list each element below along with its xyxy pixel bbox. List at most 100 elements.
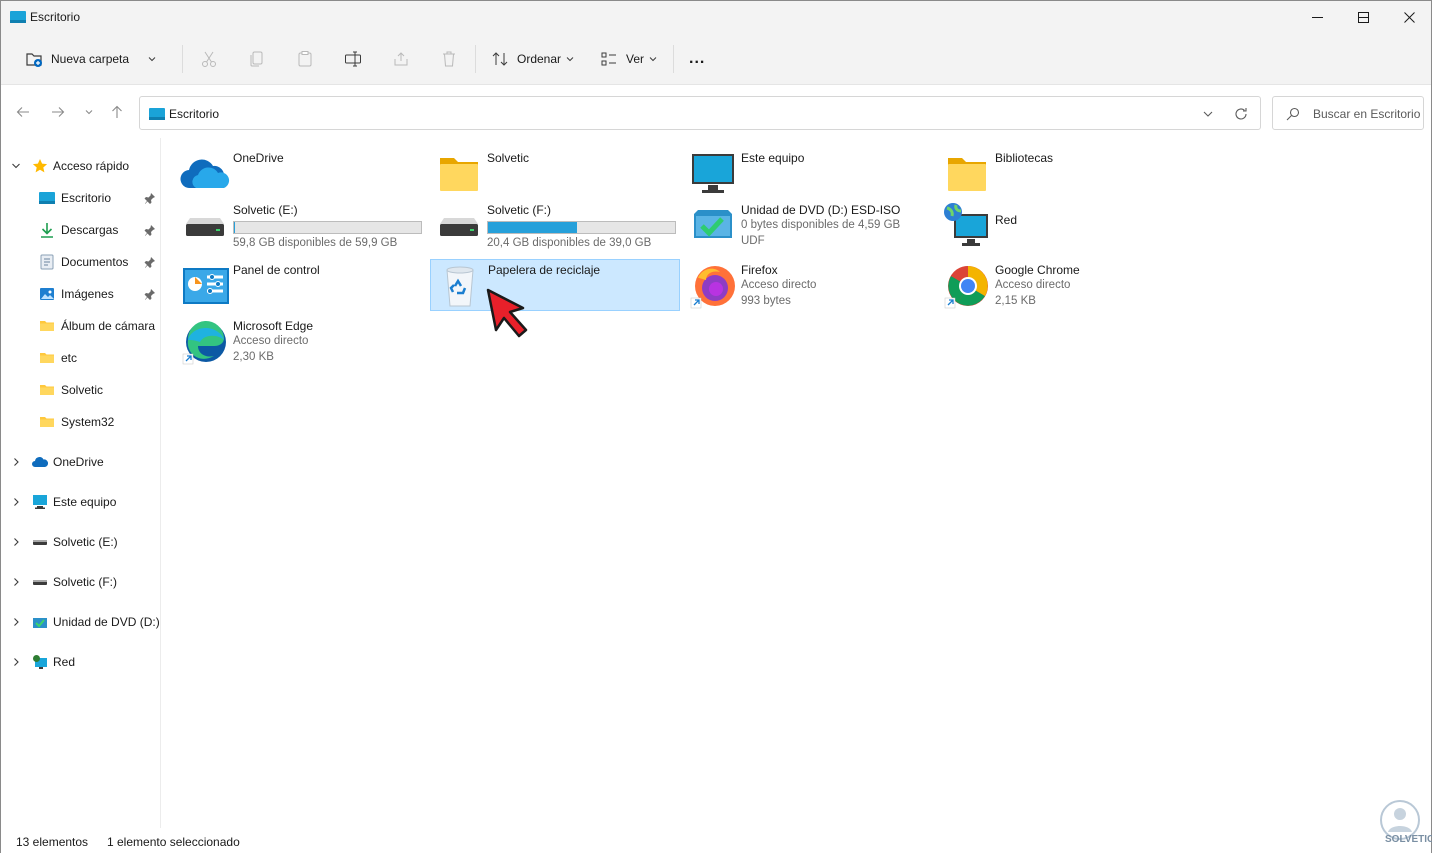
- sidebar-item-etc[interactable]: etc: [1, 344, 160, 372]
- rename-button[interactable]: [344, 44, 362, 74]
- back-button[interactable]: [13, 102, 33, 122]
- chevron-down-icon[interactable]: [1200, 106, 1216, 122]
- drive-icon: [440, 218, 478, 236]
- arrow-right-icon: [52, 107, 65, 117]
- command-bar: Nueva carpeta Ordenar Ver ...: [1, 33, 1431, 85]
- navigation-pane: Acceso rápido Escritorio Descargas Docum…: [1, 138, 161, 828]
- item-panel-control[interactable]: Panel de control: [176, 260, 426, 312]
- sidebar-label: Documentos: [61, 255, 129, 269]
- search-input[interactable]: Buscar en Escritorio: [1313, 107, 1420, 121]
- watermark-text: SOLVETIC: [1385, 834, 1432, 845]
- delete-button[interactable]: [440, 44, 458, 74]
- sidebar-item-imagenes[interactable]: Imágenes: [1, 280, 160, 308]
- pin-icon[interactable]: [144, 192, 156, 204]
- sidebar-item-escritorio[interactable]: Escritorio: [1, 184, 160, 212]
- chevron-right-icon[interactable]: [11, 657, 21, 667]
- item-papelera-reciclaje[interactable]: Papelera de reciclaje: [430, 259, 680, 311]
- item-name: Solvetic (F:): [487, 203, 552, 217]
- pin-icon[interactable]: [144, 256, 156, 268]
- sidebar-item-drive-e[interactable]: Solvetic (E:): [1, 528, 160, 556]
- new-folder-button[interactable]: Nueva carpeta: [25, 44, 157, 74]
- item-detail: UDF: [741, 235, 765, 247]
- sidebar-item-quick-access[interactable]: Acceso rápido: [1, 152, 160, 180]
- item-bibliotecas[interactable]: Bibliotecas: [938, 148, 1188, 200]
- item-onedrive[interactable]: OneDrive: [176, 148, 426, 200]
- sidebar-item-documentos[interactable]: Documentos: [1, 248, 160, 276]
- search-icon: [1286, 107, 1300, 121]
- sidebar-item-este-equipo[interactable]: Este equipo: [1, 488, 160, 516]
- status-bar: 13 elementos 1 elemento seleccionado: [1, 829, 1431, 853]
- sidebar-item-dvd[interactable]: Unidad de DVD (D:): [1, 608, 160, 636]
- item-name: Papelera de reciclaje: [488, 263, 601, 277]
- item-firefox[interactable]: Firefox Acceso directo 993 bytes: [684, 260, 934, 312]
- pin-icon[interactable]: [144, 288, 156, 300]
- pictures-icon: [40, 288, 54, 300]
- sidebar-label: Unidad de DVD (D:): [53, 615, 160, 629]
- edge-icon: [182, 320, 226, 365]
- chevron-right-icon[interactable]: [11, 617, 21, 627]
- more-options-button[interactable]: ...: [689, 44, 705, 74]
- item-microsoft-edge[interactable]: Microsoft Edge Acceso directo 2,30 KB: [176, 316, 426, 368]
- sidebar-item-solvetic[interactable]: Solvetic: [1, 376, 160, 404]
- chevron-right-icon[interactable]: [11, 577, 21, 587]
- drive-icon: [186, 218, 224, 236]
- sidebar-item-descargas[interactable]: Descargas: [1, 216, 160, 244]
- sidebar-label: Imágenes: [61, 287, 114, 301]
- cut-icon: [202, 51, 216, 67]
- sidebar-label: etc: [61, 351, 78, 365]
- sidebar-item-system32[interactable]: System32: [1, 408, 160, 436]
- item-drive-f[interactable]: Solvetic (F:) 20,4 GB disponibles de 39,…: [430, 200, 680, 252]
- item-detail: 2,30 KB: [233, 351, 274, 363]
- network-icon: [33, 655, 47, 669]
- item-dvd[interactable]: Unidad de DVD (D:) ESD-ISO 0 bytes dispo…: [684, 200, 934, 252]
- chrome-icon: [944, 266, 988, 309]
- chevron-right-icon[interactable]: [11, 457, 21, 467]
- item-name: Unidad de DVD (D:) ESD-ISO: [741, 203, 901, 217]
- sidebar-item-album-camara[interactable]: Álbum de cámara: [1, 312, 160, 340]
- up-button[interactable]: [107, 102, 127, 122]
- refresh-icon[interactable]: [1233, 106, 1249, 122]
- item-name: Firefox: [741, 263, 778, 277]
- drive-usage-fill: [488, 222, 578, 233]
- item-drive-e[interactable]: Solvetic (E:) 59,8 GB disponibles de 59,…: [176, 200, 426, 252]
- copy-button[interactable]: [248, 44, 266, 74]
- sort-button[interactable]: Ordenar: [491, 44, 575, 74]
- item-red[interactable]: Red: [938, 200, 1188, 252]
- close-button[interactable]: [1386, 1, 1432, 33]
- address-row: Escritorio Buscar en Escritorio: [1, 86, 1431, 138]
- minimize-button-visible[interactable]: [1294, 1, 1340, 33]
- forward-button[interactable]: [48, 102, 68, 122]
- paste-icon: [298, 51, 312, 67]
- item-google-chrome[interactable]: Google Chrome Acceso directo 2,15 KB: [938, 260, 1188, 312]
- address-bar[interactable]: Escritorio: [139, 96, 1261, 130]
- item-este-equipo[interactable]: Este equipo: [684, 148, 934, 200]
- cut-button[interactable]: [200, 44, 218, 74]
- maximize-button[interactable]: [1340, 1, 1386, 33]
- copy-icon: [250, 51, 263, 67]
- new-folder-icon: [26, 53, 42, 67]
- chevron-down-icon: [85, 110, 93, 115]
- firefox-icon: [690, 266, 735, 309]
- item-name: Bibliotecas: [995, 151, 1054, 165]
- recent-locations-button[interactable]: [79, 102, 99, 122]
- sidebar-item-red[interactable]: Red: [1, 648, 160, 676]
- folder-icon: [40, 417, 54, 427]
- chevron-down-icon: [649, 57, 657, 62]
- new-folder-label: Nueva carpeta: [51, 52, 130, 66]
- chevron-down-icon[interactable]: [11, 161, 21, 171]
- pin-icon[interactable]: [144, 224, 156, 236]
- view-button[interactable]: Ver: [600, 44, 658, 74]
- item-solvetic-folder[interactable]: Solvetic: [430, 148, 680, 200]
- sidebar-label: Red: [53, 655, 76, 669]
- chevron-right-icon[interactable]: [11, 497, 21, 507]
- share-button[interactable]: [392, 44, 410, 74]
- search-box[interactable]: Buscar en Escritorio: [1272, 96, 1424, 130]
- sidebar-item-onedrive[interactable]: OneDrive: [1, 448, 160, 476]
- sidebar-item-drive-f[interactable]: Solvetic (F:): [1, 568, 160, 596]
- folder-icon: [40, 385, 54, 395]
- chevron-right-icon[interactable]: [11, 537, 21, 547]
- folder-icon: [40, 353, 54, 363]
- rename-icon: [345, 51, 361, 67]
- paste-button[interactable]: [296, 44, 314, 74]
- recycle-bin-icon: [446, 266, 474, 307]
